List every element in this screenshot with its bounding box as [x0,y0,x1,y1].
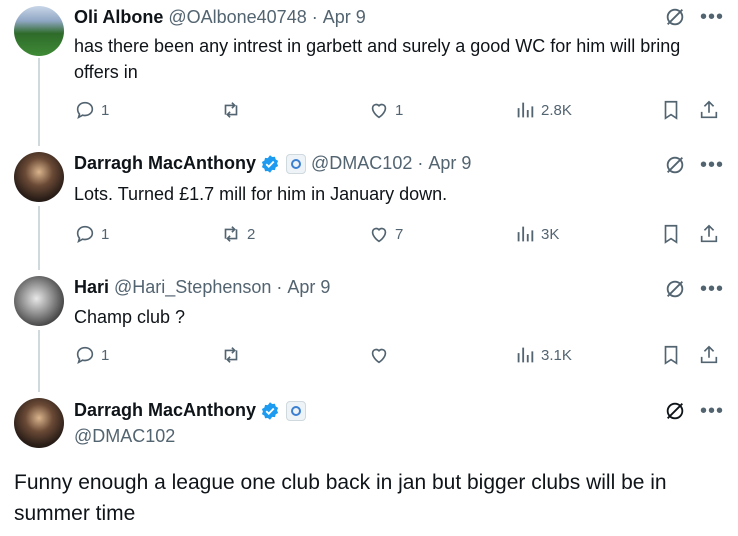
separator-dot: · [417,153,424,173]
club-badge-icon[interactable] [286,153,307,174]
grok-icon[interactable] [664,278,686,300]
tweet-text: has there been any intrest in garbett an… [74,36,681,82]
repost-button[interactable] [220,99,247,121]
author-handle[interactable]: @OAlbone40748 [168,7,306,28]
views-count: 3K [541,225,560,243]
grok-icon[interactable] [664,6,686,28]
like-button[interactable] [368,344,395,366]
bookmark-button[interactable] [660,344,682,366]
tweet-header: Hari @Hari_Stephenson · Apr 9 [74,277,330,298]
separator-dot: · [276,277,283,297]
share-button[interactable] [698,99,720,121]
views-icon [517,226,534,242]
like-button[interactable]: 1 [368,99,403,121]
avatar[interactable] [14,6,64,56]
reply-count: 1 [101,225,110,243]
tweet-header: Oli Albone @OAlbone40748 · Apr 9 [74,7,366,28]
tweet-date[interactable]: Apr 9 [323,7,366,28]
like-count: 7 [395,225,404,243]
reply-icon [76,225,94,244]
tweet-date[interactable]: Apr 9 [287,277,330,298]
tweet-date[interactable]: Apr 9 [428,153,471,174]
main-tweet[interactable]: Darragh MacAnthony @DMAC102 ••• Funny en… [0,392,738,536]
grok-icon[interactable] [664,400,686,422]
grok-icon[interactable] [664,154,686,176]
views-button[interactable]: 3.1K [514,344,572,366]
tweet-actions: 1 1 2.8K [74,99,724,123]
views-button[interactable]: 2.8K [514,99,572,121]
separator-dot: · [311,7,318,27]
bookmark-button[interactable] [660,99,682,121]
tweet[interactable]: Hari @Hari_Stephenson · Apr 9 ••• Champ … [0,270,738,392]
repost-icon [224,347,238,363]
author-name[interactable]: Darragh MacAnthony [74,153,256,174]
share-button[interactable] [698,344,720,366]
author-name[interactable]: Oli Albone [74,7,163,28]
views-count: 3.1K [541,346,572,364]
share-icon [700,100,718,119]
views-icon [517,102,534,118]
more-options-icon[interactable]: ••• [700,279,724,299]
tweet-text: Funny enough a league one club back in j… [14,471,667,525]
reply-button[interactable]: 1 [74,344,109,366]
bookmark-icon [664,345,678,365]
tweet[interactable]: Darragh MacAnthony @DMAC102 · Apr 9 ••• … [0,146,738,270]
tweet-actions: 1 3.1K [74,344,724,368]
tweet[interactable]: Oli Albone @OAlbone40748 · Apr 9 ••• has… [0,0,738,146]
author-handle[interactable]: @Hari_Stephenson [114,277,271,298]
like-button[interactable]: 7 [368,223,403,245]
tweet-text: Lots. Turned £1.7 mill for him in Januar… [74,184,448,204]
heart-icon [371,348,387,364]
repost-count: 2 [247,225,256,243]
author-handle[interactable]: @DMAC102 [74,426,175,447]
reply-button[interactable]: 1 [74,99,109,121]
heart-icon [371,103,387,119]
views-button[interactable]: 3K [514,223,559,245]
like-count: 1 [395,101,404,119]
more-options-icon[interactable]: ••• [700,155,724,175]
verified-badge-icon[interactable] [260,154,280,174]
bookmark-icon [664,224,678,244]
reply-icon [76,101,94,120]
author-handle[interactable]: @DMAC102 [311,153,412,174]
repost-icon [224,226,238,242]
views-count: 2.8K [541,101,572,119]
heart-icon [371,227,387,243]
tweet-text: Champ club ? [74,307,186,327]
views-icon [517,347,534,363]
share-icon [700,345,718,364]
reply-count: 1 [101,346,110,364]
bookmark-button[interactable] [660,223,682,245]
share-icon [700,224,718,243]
repost-button[interactable] [220,344,247,366]
more-options-icon[interactable]: ••• [700,401,724,421]
author-name[interactable]: Hari [74,277,109,298]
bookmark-icon [664,100,678,120]
tweet-subheader: @DMAC102 [74,426,175,447]
club-badge-icon[interactable] [286,400,307,421]
tweet-actions: 1 2 7 3K [74,223,724,247]
avatar[interactable] [14,276,64,326]
avatar[interactable] [14,152,64,202]
avatar[interactable] [14,398,64,448]
more-options-icon[interactable]: ••• [700,7,724,27]
tweet-header: Darragh MacAnthony @DMAC102 · Apr 9 [74,153,471,174]
verified-badge-icon[interactable] [260,401,280,421]
reply-count: 1 [101,101,110,119]
repost-icon [224,102,238,118]
tweet-header: Darragh MacAnthony [74,400,307,421]
reply-icon [76,346,94,365]
author-name[interactable]: Darragh MacAnthony [74,400,256,421]
reply-button[interactable]: 1 [74,223,109,245]
repost-button[interactable]: 2 [220,223,255,245]
share-button[interactable] [698,223,720,245]
